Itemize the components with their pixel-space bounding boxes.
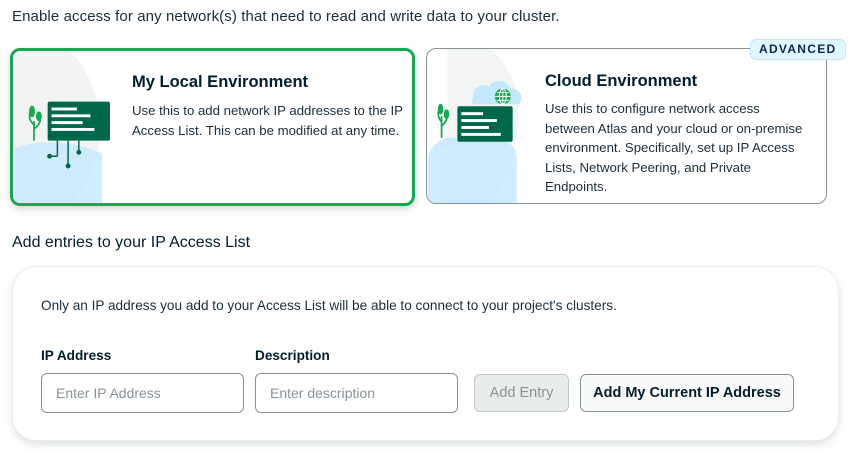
network-access-screen: Enable access for any network(s) that ne… <box>0 0 863 452</box>
advanced-badge: ADVANCED <box>750 39 846 60</box>
cloud-environment-title: Cloud Environment <box>545 72 698 90</box>
cloud-environment-description: Use this to configure network access bet… <box>545 101 803 194</box>
intro-text: Enable access for any network(s) that ne… <box>12 8 560 25</box>
local-environment-description: Use this to add network IP addresses to … <box>132 103 403 138</box>
add-current-ip-button[interactable]: Add My Current IP Address <box>580 374 794 412</box>
local-environment-title: My Local Environment <box>132 73 309 91</box>
local-environment-card[interactable]: My Local Environment Use this to add net… <box>10 48 415 206</box>
ip-address-label: IP Address <box>41 348 112 363</box>
cloud-environment-card[interactable]: Cloud Environment Use this to configure … <box>426 48 827 204</box>
add-entry-button[interactable]: Add Entry <box>474 374 569 412</box>
cloud-server-globe-illustration-icon <box>427 49 522 203</box>
ip-access-list-heading: Add entries to your IP Access List <box>12 234 251 251</box>
ip-address-input[interactable] <box>41 373 244 413</box>
ip-access-list-message: Only an IP address you add to your Acces… <box>41 298 617 313</box>
description-label: Description <box>255 348 330 363</box>
server-plant-illustration-icon <box>14 51 110 203</box>
description-input[interactable] <box>255 373 458 413</box>
ip-access-list-panel: Only an IP address you add to your Acces… <box>12 266 839 441</box>
